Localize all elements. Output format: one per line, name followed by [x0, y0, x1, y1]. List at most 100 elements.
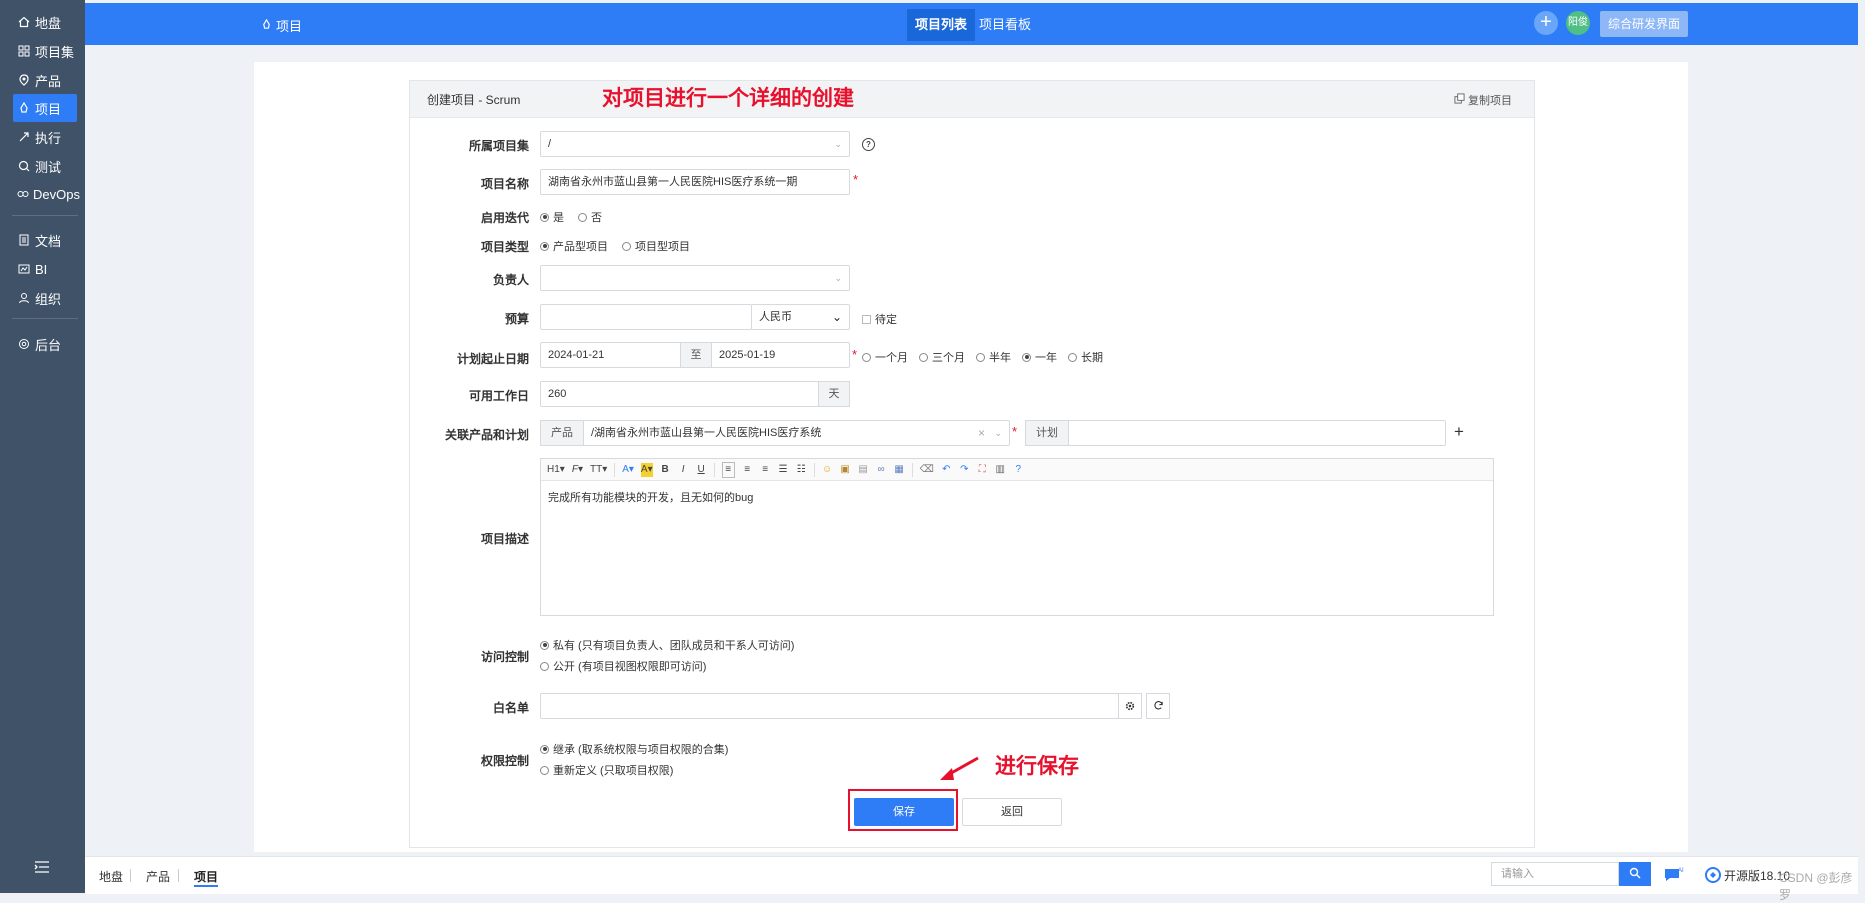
sidebar-item-bi[interactable]: BI [13, 255, 77, 283]
copy-project-link[interactable]: 复制项目 [1454, 92, 1512, 108]
align-right-icon[interactable]: ≡ [760, 463, 771, 477]
sidebar-item-program[interactable]: 项目集 [13, 37, 77, 65]
description-label: 项目描述 [480, 532, 529, 546]
italic-button[interactable]: I [678, 463, 689, 477]
linked-plan-select[interactable] [1068, 420, 1446, 446]
tab-project-kanban[interactable]: 项目看板 [971, 9, 1039, 41]
clear-icon[interactable]: × [978, 421, 985, 445]
budget-pending-checkbox[interactable] [862, 314, 871, 324]
chevron-down-icon: ⌄ [994, 428, 1002, 438]
type-label: 项目类型 [480, 240, 529, 254]
iteration-yes-radio[interactable] [540, 212, 549, 222]
whitelist-input[interactable] [540, 693, 1119, 719]
breadcrumb-project[interactable]: 项目 [194, 868, 219, 887]
global-search-input[interactable]: 请输入 [1491, 862, 1619, 886]
underline-button[interactable]: U [696, 463, 707, 477]
sidebar-item-execution[interactable]: 执行 [13, 123, 77, 151]
linked-product-select[interactable]: /湖南省永州市蓝山县第一人民医院HIS医疗系统 × ⌄ [583, 420, 1010, 446]
owner-select[interactable]: ⌄ [540, 265, 850, 291]
align-center-icon[interactable]: ≡ [742, 463, 753, 477]
search-button[interactable] [1619, 862, 1651, 886]
save-button[interactable]: 保存 [854, 798, 954, 826]
align-left-icon[interactable]: ≡ [721, 461, 735, 478]
scrollbar[interactable] [1858, 45, 1865, 856]
gear-icon [1125, 699, 1135, 714]
iteration-no-radio[interactable] [578, 212, 587, 222]
iteration-label: 启用迭代 [480, 211, 529, 225]
bold-button[interactable]: B [660, 463, 671, 477]
emoji-icon[interactable]: ☺ [822, 463, 833, 477]
page-title: 创建项目 - Scrum [427, 93, 521, 107]
program-select[interactable]: / ⌄ [540, 131, 850, 157]
grid-icon [17, 44, 31, 58]
preset-1year-radio[interactable] [1022, 352, 1031, 362]
whitelist-refresh-button[interactable] [1146, 693, 1170, 719]
sidebar-item-label: 地盘 [35, 15, 62, 31]
acl-redefine-radio[interactable] [540, 765, 549, 775]
type-product-radio[interactable] [540, 241, 549, 251]
table-icon[interactable]: ▦ [894, 463, 905, 477]
back-button[interactable]: 返回 [962, 798, 1062, 826]
highlight-button[interactable]: A ▾ [640, 462, 653, 477]
whitelist-settings-button[interactable] [1118, 693, 1142, 719]
top-navbar: 项目 项目列表 项目看板 + 阳俊 综合研发界面 [85, 3, 1858, 45]
help-circle-icon[interactable]: ? [1013, 463, 1024, 477]
preset-label: 一年 [1035, 352, 1057, 364]
preset-halfyear-radio[interactable] [976, 352, 985, 362]
ordered-list-icon[interactable]: ☰ [778, 463, 789, 477]
type-project-radio[interactable] [622, 241, 631, 251]
add-link-plus-icon[interactable]: + [1454, 422, 1464, 442]
redo-icon[interactable]: ↷ [959, 463, 970, 477]
access-private-radio[interactable] [540, 640, 549, 650]
create-plus-button[interactable]: + [1534, 11, 1558, 35]
ai-chat-icon[interactable]: AI [1663, 866, 1685, 887]
fullscreen-icon[interactable]: ⛶ [977, 463, 988, 477]
preset-1month-radio[interactable] [862, 352, 871, 362]
sidebar-item-org[interactable]: 组织 [13, 284, 77, 312]
description-text[interactable]: 完成所有功能模块的开发，且无如何的bug [548, 489, 753, 505]
home-icon [17, 15, 31, 29]
current-section[interactable]: 项目 [261, 16, 302, 35]
sidebar-item-doc[interactable]: 文档 [13, 226, 77, 254]
end-date-input[interactable]: 2025-01-19 [711, 342, 850, 368]
avatar[interactable]: 阳俊 [1566, 11, 1590, 35]
sidebar-item-home[interactable]: 地盘 [13, 8, 77, 36]
workdays-input[interactable]: 260 [540, 381, 819, 407]
menu-collapse-icon[interactable] [34, 860, 52, 878]
sidebar-item-project[interactable]: 项目 [13, 94, 77, 122]
acl-inherit-radio[interactable] [540, 744, 549, 754]
currency-select[interactable]: 人民币 ⌄ [751, 304, 850, 330]
breadcrumb-product[interactable]: 产品 [146, 868, 170, 885]
description-editor[interactable]: H1 ▾ F ▾ TT ▾ A ▾ A ▾ B I U ≡ ≡ ≡ ☰ ☷ ☺ ▣ ▤ ∞… [540, 458, 1494, 616]
switch-interface-button[interactable]: 综合研发界面 [1600, 11, 1689, 37]
project-icon [17, 101, 31, 115]
preset-longterm-radio[interactable] [1068, 352, 1077, 362]
preset-3month-radio[interactable] [919, 352, 928, 362]
unordered-list-icon[interactable]: ☷ [796, 463, 807, 477]
tab-project-list[interactable]: 项目列表 [907, 9, 976, 41]
acl-inherit-label: 继承 (取系统权限与项目权限的合集) [553, 744, 729, 756]
breadcrumb-home[interactable]: 地盘 [99, 868, 123, 885]
eraser-icon[interactable]: ⌫ [920, 463, 934, 477]
chevron-down-icon: ⌄ [834, 273, 842, 283]
sidebar-item-devops[interactable]: DevOps [13, 180, 80, 208]
project-name-input[interactable]: 湖南省永州市蓝山县第一人民医院HIS医疗系统一期 [540, 169, 850, 195]
product-addon: 产品 [540, 420, 584, 446]
template-icon[interactable]: ▥ [995, 463, 1006, 477]
sidebar-item-product[interactable]: 产品 [13, 66, 77, 94]
panel-header: 创建项目 - Scrum 复制项目 [410, 81, 1534, 118]
font-color-button[interactable]: A ▾ [622, 463, 634, 477]
font-family-button[interactable]: F ▾ [572, 463, 583, 477]
heading-button[interactable]: H1 ▾ [547, 463, 565, 477]
access-public-radio[interactable] [540, 661, 549, 671]
code-icon[interactable]: ▤ [858, 463, 869, 477]
budget-input[interactable] [540, 304, 752, 330]
undo-icon[interactable]: ↶ [941, 463, 952, 477]
sidebar-item-test[interactable]: 测试 [13, 152, 77, 180]
sidebar-item-admin[interactable]: 后台 [13, 330, 77, 358]
link-icon[interactable]: ∞ [876, 463, 887, 477]
font-size-button[interactable]: TT ▾ [590, 463, 607, 477]
image-icon[interactable]: ▣ [840, 463, 851, 477]
help-icon[interactable]: ? [862, 138, 875, 151]
begin-date-input[interactable]: 2024-01-21 [540, 342, 681, 368]
